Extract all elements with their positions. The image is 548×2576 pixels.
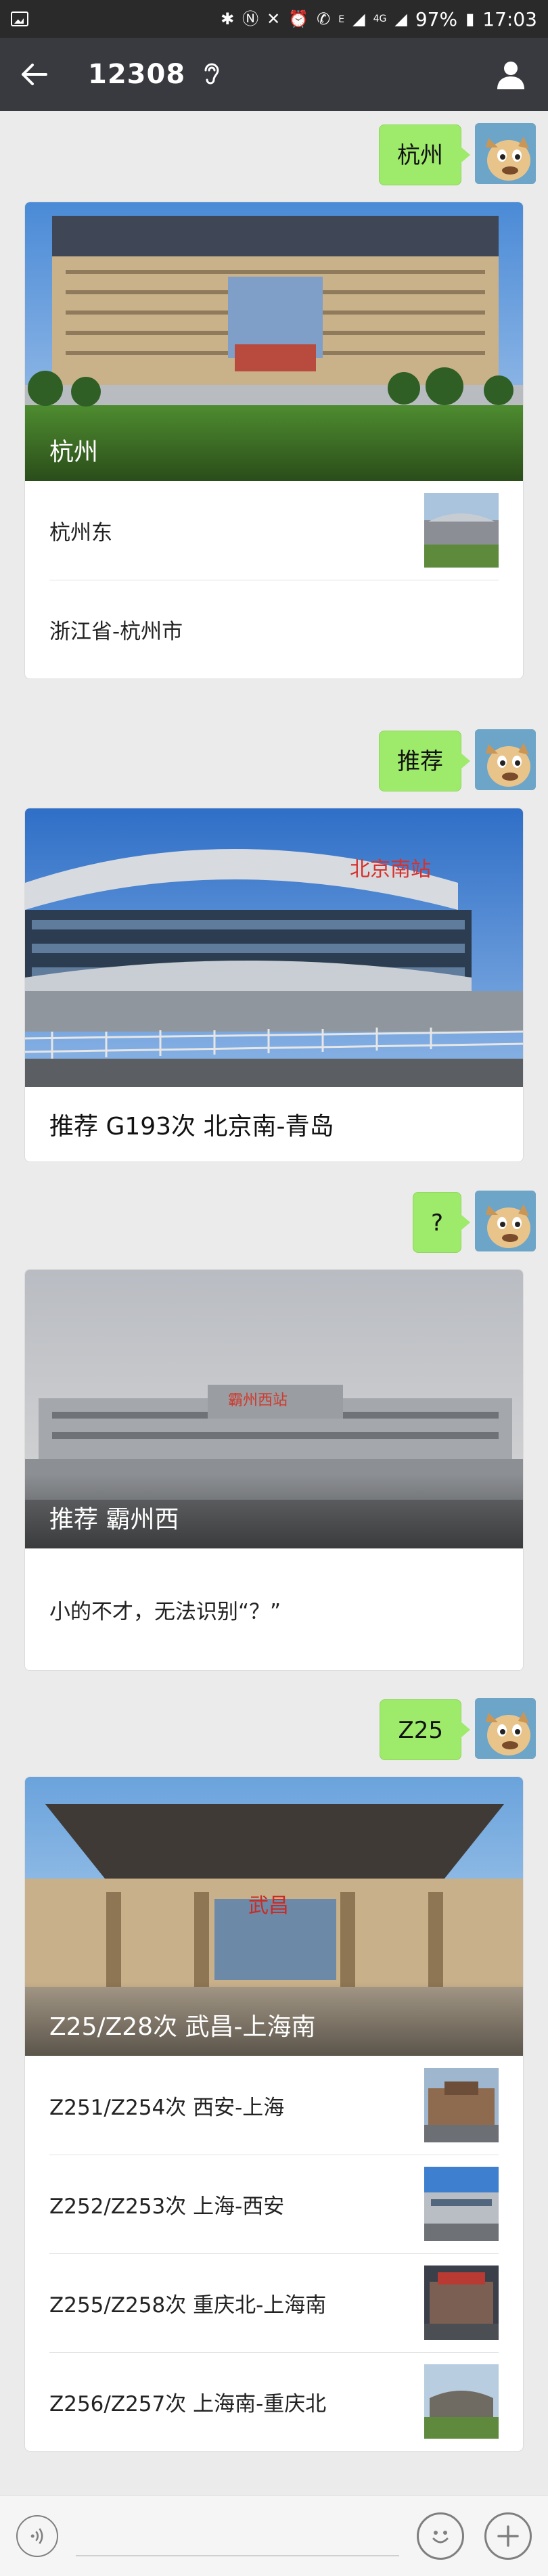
person-icon [497,62,524,89]
back-arrow-icon [22,64,47,85]
bluetooth-icon: ✱ [221,9,235,28]
hero-caption: 推荐 霸州西 [25,1474,523,1548]
list-item[interactable]: 浙江省-杭州市 [25,580,523,678]
train-card[interactable]: 北京南站 推荐 G193次 北京南-青岛 [24,808,524,1162]
hero-sign: 霸州西站 [228,1392,288,1409]
alarm-icon: ⏰ [288,9,309,28]
thumbnail [424,2364,499,2439]
battery-percent: 97% [415,7,458,30]
hero-sign: 北京南站 [350,858,431,881]
user-message: 推荐 [379,729,536,791]
message-bubble[interactable]: ? [412,1192,471,1253]
plus-icon [497,2525,519,2547]
thumbnail [424,2068,499,2142]
list-item-label: 杭州东 [49,520,112,545]
user-message: Z25 [380,1698,536,1760]
list-item-label: 浙江省-杭州市 [49,619,183,644]
e-network-icon: E [338,14,345,25]
earpiece-icon [200,61,223,88]
message-bubble[interactable]: Z25 [380,1699,470,1760]
list-item-label: Z256/Z257次 上海南-重庆北 [49,2391,327,2416]
list-item[interactable]: Z255/Z258次 重庆北-上海南 [25,2253,523,2352]
list-item[interactable]: Z251/Z254次 西安-上海 [25,2056,523,2155]
message-input[interactable] [76,2516,399,2556]
user-message: 杭州 [379,123,536,185]
avatar[interactable] [475,729,536,790]
avatar[interactable] [475,1698,536,1759]
list-item[interactable]: 杭州东 [25,481,523,580]
nfc-icon: Ⓝ [242,9,259,28]
avatar[interactable] [475,1191,536,1251]
user-message: ? [412,1191,536,1253]
battery-icon: ▮ [465,9,475,28]
signal-icon: ◢ [394,9,407,28]
emoji-button[interactable] [417,2512,464,2560]
list-item-label: Z252/Z253次 上海-西安 [49,2194,285,2219]
phone-icon: ✆ [317,9,331,28]
avatar[interactable] [475,123,536,184]
back-button[interactable] [0,38,68,111]
clock: 17:03 [482,7,537,30]
message-bubble[interactable]: 推荐 [379,731,470,791]
title-bar: 12308 [0,38,548,111]
hero-image[interactable]: 霸州西站 推荐 霸州西 [25,1270,523,1548]
station-photo: 北京南站 [25,808,523,1087]
hero-image[interactable]: 武昌 Z25/Z28次 武昌-上海南 [25,1777,523,2056]
list-item-label: Z251/Z254次 西安-上海 [49,2095,285,2120]
train-card[interactable]: 武昌 Z25/Z28次 武昌-上海南 Z251/Z254次 西安-上海 Z252… [24,1776,524,2452]
reply-text: 小的不才，无法识别“？” [49,1599,281,1624]
list-item[interactable]: Z252/Z253次 上海-西安 [25,2155,523,2253]
message-bubble[interactable]: 杭州 [379,124,470,185]
add-button[interactable] [484,2512,532,2560]
status-bar: ✱ Ⓝ ✕ ⏰ ✆ E ◢ 4G ◢ 97% ▮ 17:03 [0,0,548,38]
profile-button[interactable] [474,38,548,111]
hero-sign: 武昌 [248,1894,289,1918]
hero-caption: 杭州 [25,407,523,481]
voice-button[interactable] [16,2514,58,2557]
thumbnail [424,2167,499,2241]
mute-icon: ✕ [267,9,281,28]
voice-icon [30,2527,43,2544]
card-title: 推荐 G193次 北京南-青岛 [49,1113,334,1141]
hero-caption: Z25/Z28次 武昌-上海南 [25,1981,523,2056]
wifi-icon: ◢ [352,9,365,28]
station-card[interactable]: 杭州 杭州东 浙江省-杭州市 [24,202,524,679]
hero-image[interactable]: 杭州 [25,202,523,481]
4g-signal-icon: 4G [373,14,387,24]
hero-image[interactable]: 北京南站 [25,808,523,1087]
emoji-icon [432,2530,449,2543]
station-card[interactable]: 霸州西站 推荐 霸州西 小的不才，无法识别“？” [24,1269,524,1671]
image-icon [11,12,28,26]
chat-title: 12308 [88,59,186,90]
thumbnail [424,493,499,568]
list-item-label: Z255/Z258次 重庆北-上海南 [49,2293,327,2318]
input-bar [0,2495,548,2576]
list-item[interactable]: Z256/Z257次 上海南-重庆北 [25,2352,523,2451]
thumbnail [424,2266,499,2340]
